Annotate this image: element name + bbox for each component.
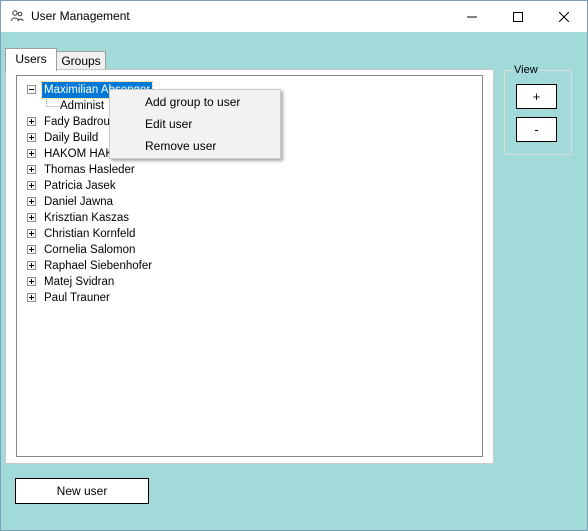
users-icon <box>10 9 24 23</box>
title-bar[interactable]: User Management <box>1 1 587 32</box>
tree-node-label: Patricia Jasek <box>44 180 116 192</box>
menu-item-add-group-to-user[interactable]: Add group to user <box>145 95 240 109</box>
menu-item-remove-user[interactable]: Remove user <box>145 139 216 153</box>
window-title: User Management <box>31 9 130 23</box>
maximize-button[interactable] <box>495 1 541 32</box>
view-groupbox: View + - <box>504 64 572 155</box>
tree-node-label: Matej Svidran <box>44 276 115 288</box>
minimize-icon <box>467 16 477 17</box>
expand-icon[interactable] <box>27 133 36 142</box>
expand-icon[interactable] <box>27 165 36 174</box>
context-menu: Add group to user Edit user Remove user <box>109 89 281 159</box>
expand-icon[interactable] <box>27 149 36 158</box>
expand-icon[interactable] <box>27 293 36 302</box>
zoom-in-button[interactable]: + <box>516 84 557 109</box>
tree-node-label: Thomas Hasleder <box>44 164 135 176</box>
new-user-button[interactable]: New user <box>15 478 149 504</box>
tree-node-label: Krisztian Kaszas <box>44 212 130 224</box>
expand-icon[interactable] <box>27 213 36 222</box>
expand-icon[interactable] <box>27 117 36 126</box>
tree-node-label: Administ <box>60 100 105 112</box>
view-label: View <box>513 64 539 76</box>
tree-node-label: Christian Kornfeld <box>44 228 136 240</box>
close-button[interactable] <box>541 1 587 32</box>
tree-node-label: Raphael Siebenhofer <box>44 260 153 272</box>
tree-node-label: Paul Trauner <box>44 292 110 304</box>
zoom-out-button[interactable]: - <box>516 117 557 142</box>
tab-users[interactable]: Users <box>5 48 57 71</box>
tree-node-label: Cornelia Salomon <box>44 244 136 256</box>
expand-icon[interactable] <box>27 181 36 190</box>
close-icon <box>559 11 569 22</box>
expand-icon[interactable] <box>27 277 36 286</box>
expand-icon[interactable] <box>27 197 36 206</box>
maximize-icon <box>513 11 523 22</box>
minimize-button[interactable] <box>449 1 495 32</box>
expand-icon[interactable] <box>27 261 36 270</box>
tree-node-label: Daily Build <box>44 132 99 144</box>
expand-icon[interactable] <box>27 229 36 238</box>
tab-groups[interactable]: Groups <box>56 51 106 71</box>
collapse-icon[interactable] <box>27 85 36 94</box>
menu-item-edit-user[interactable]: Edit user <box>145 117 192 131</box>
expand-icon[interactable] <box>27 245 36 254</box>
tree-node-label: Daniel Jawna <box>44 196 114 208</box>
tree-node-label: Fady Badrou <box>44 116 110 128</box>
